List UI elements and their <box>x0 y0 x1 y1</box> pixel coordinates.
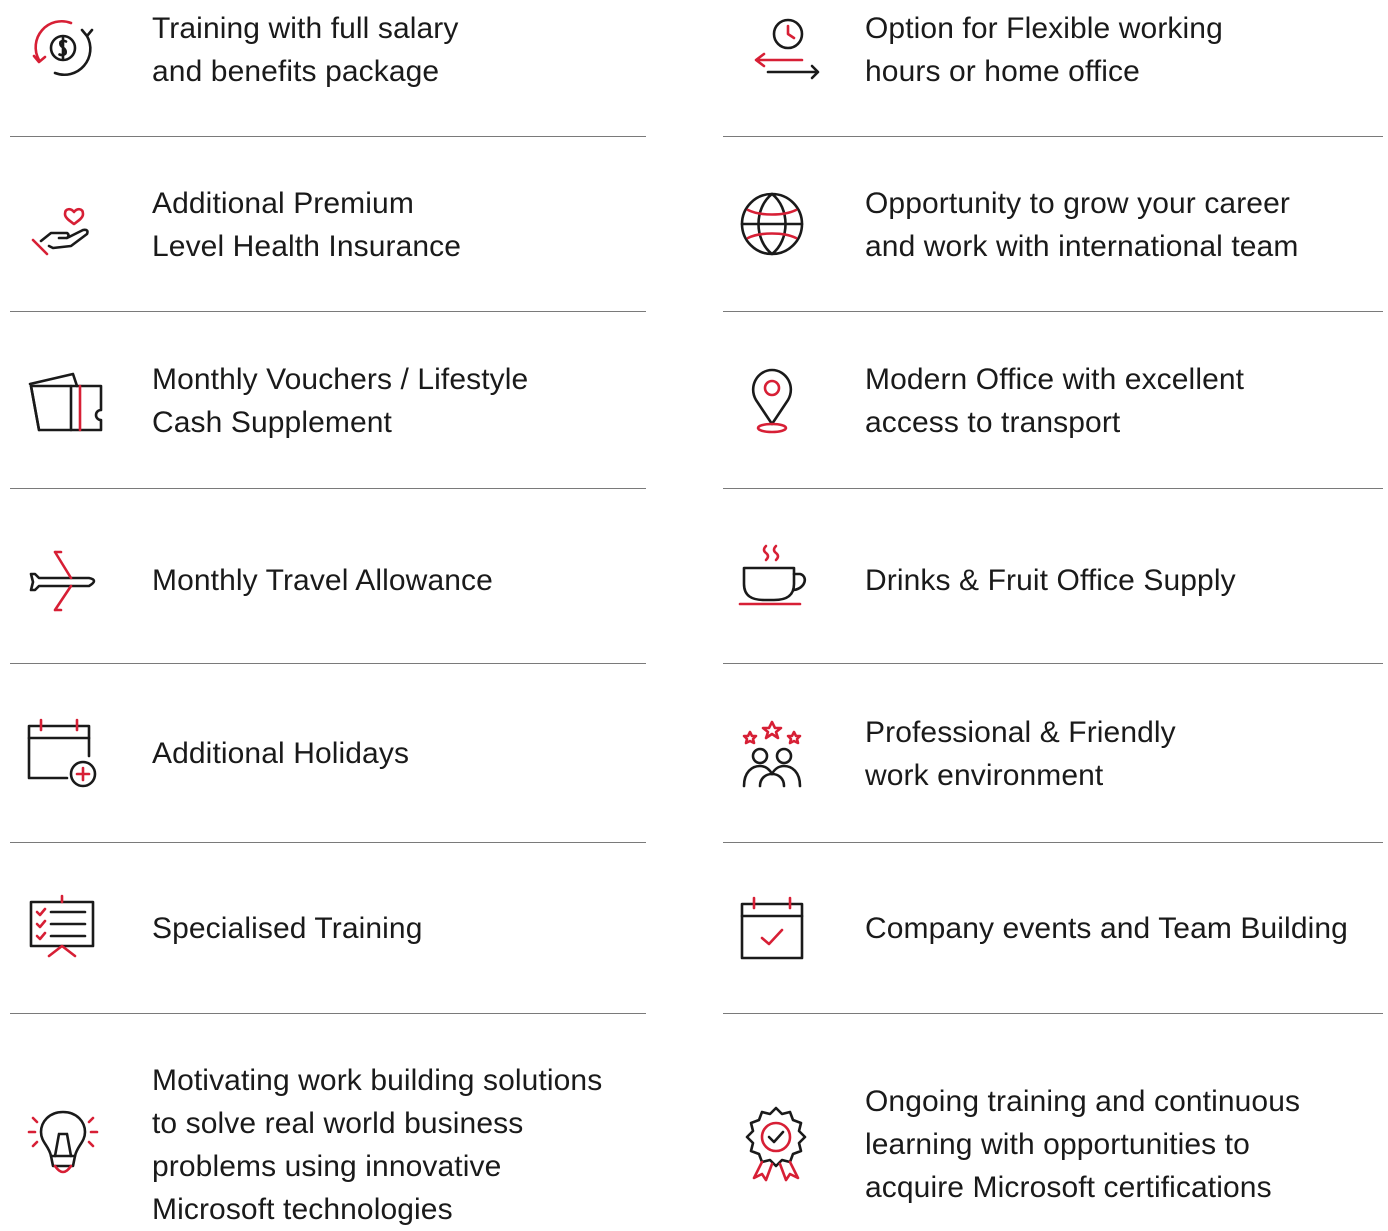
benefit-text: Additional Holidays <box>152 737 410 770</box>
benefit-text: Training with full salary and benefits p… <box>152 12 459 88</box>
certificate-badge-icon <box>738 1104 814 1182</box>
benefit-text: Additional Premium Level Health Insuranc… <box>152 187 462 263</box>
globe-icon <box>738 188 814 264</box>
benefit-text: Modern Office with excellent access to t… <box>865 363 1245 439</box>
divider <box>10 842 646 843</box>
divider <box>10 663 646 664</box>
team-stars-icon <box>738 716 814 792</box>
benefit-text: Monthly Vouchers / Lifestyle Cash Supple… <box>152 363 529 439</box>
divider <box>10 1013 646 1014</box>
coffee-cup-icon <box>738 540 814 616</box>
divider <box>723 136 1383 137</box>
benefit-text: Option for Flexible working hours or hom… <box>865 12 1223 88</box>
benefit-text: Specialised Training <box>152 912 423 945</box>
voucher-ticket-icon <box>25 364 103 440</box>
calendar-check-icon <box>738 892 814 968</box>
divider <box>723 488 1383 489</box>
divider <box>723 311 1383 312</box>
calendar-plus-icon <box>25 716 101 792</box>
divider <box>723 842 1383 843</box>
salary-cycle-icon <box>25 10 101 86</box>
presentation-checklist-icon <box>25 892 101 968</box>
clock-arrows-icon <box>738 10 820 86</box>
benefit-text: Monthly Travel Allowance <box>152 564 493 597</box>
benefit-text: Motivating work building solutions to so… <box>152 1064 603 1226</box>
benefit-text: Professional & Friendly work environment <box>865 716 1176 792</box>
location-pin-icon <box>738 364 814 440</box>
benefit-text: Company events and Team Building <box>865 912 1348 945</box>
divider <box>10 311 646 312</box>
divider <box>723 663 1383 664</box>
divider <box>10 488 646 489</box>
benefit-text: Ongoing training and continuous learning… <box>865 1085 1301 1204</box>
benefit-text: Drinks & Fruit Office Supply <box>865 564 1236 597</box>
lightbulb-icon <box>25 1104 101 1180</box>
benefit-text: Opportunity to grow your career and work… <box>865 187 1299 263</box>
divider <box>10 136 646 137</box>
divider <box>723 1013 1383 1014</box>
airplane-icon <box>25 540 101 616</box>
hand-heart-icon <box>25 188 101 264</box>
